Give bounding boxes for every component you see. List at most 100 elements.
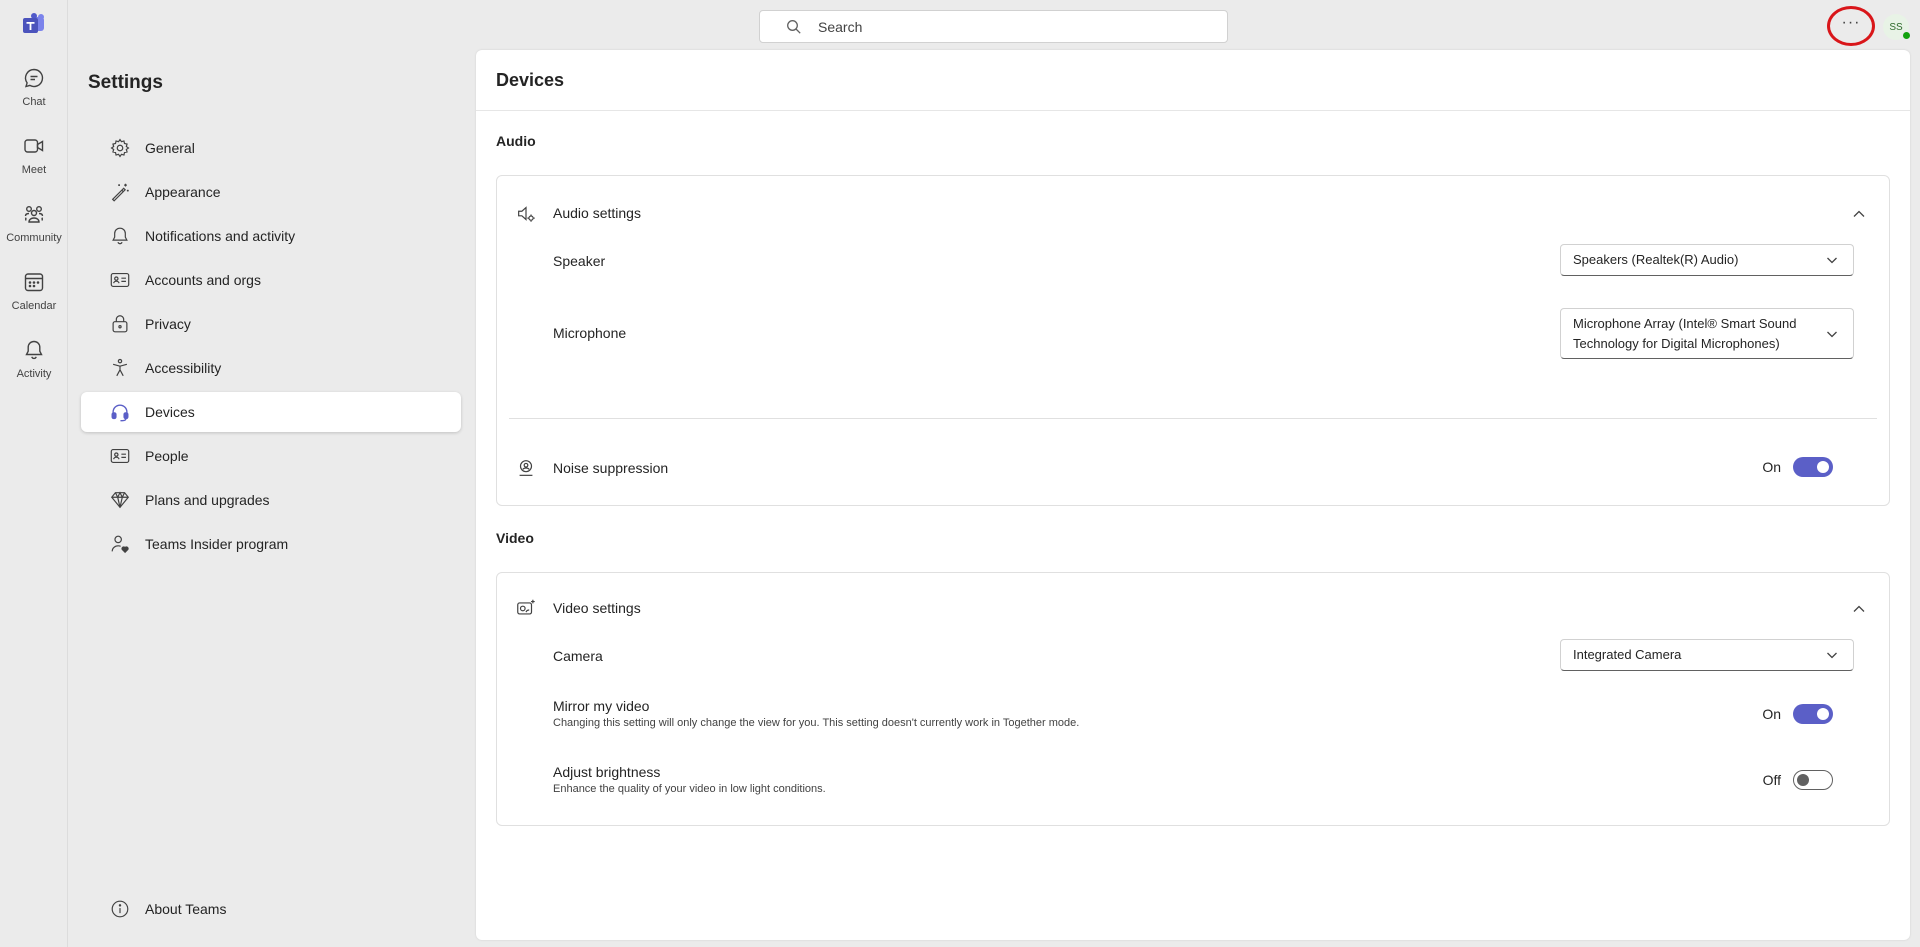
noise-suppression-state: On	[1762, 459, 1781, 475]
camera-label: Camera	[553, 648, 603, 664]
divider	[509, 418, 1877, 419]
nav-item-people[interactable]: People	[81, 436, 461, 476]
speaker-settings-icon	[515, 203, 537, 225]
chat-icon	[22, 66, 46, 90]
avatar[interactable]: SS	[1883, 14, 1912, 41]
video-settings-title: Video settings	[553, 600, 641, 616]
page-title: Devices	[496, 70, 565, 90]
avatar-initials: SS	[1889, 21, 1903, 33]
accessibility-icon	[109, 357, 131, 379]
nav-item-accessibility[interactable]: Accessibility	[81, 348, 461, 388]
chevron-down-icon	[1825, 648, 1839, 662]
nav-item-label: Appearance	[145, 184, 221, 200]
headset-icon	[109, 401, 131, 423]
microphone-dropdown[interactable]: Microphone Array (Intel® Smart Sound Tec…	[1560, 308, 1854, 359]
video-icon	[22, 134, 46, 158]
nav-item-privacy[interactable]: Privacy	[81, 304, 461, 344]
nav-item-insider[interactable]: Teams Insider program	[81, 524, 461, 564]
nav-item-plans[interactable]: Plans and upgrades	[81, 480, 461, 520]
settings-title: Settings	[88, 72, 163, 93]
search-icon	[786, 19, 802, 35]
nav-item-accounts[interactable]: Accounts and orgs	[81, 260, 461, 300]
microphone-value-line2: Technology for Digital Microphones)	[1573, 335, 1780, 351]
rail-item-label: Meet	[21, 164, 47, 176]
chevron-up-icon[interactable]	[1851, 601, 1867, 617]
rail-item-community[interactable]: Community	[0, 198, 68, 260]
noise-suppression-icon	[515, 457, 537, 479]
rail-item-calendar[interactable]: Calendar	[0, 266, 68, 328]
noise-suppression-toggle[interactable]	[1793, 457, 1833, 477]
camera-dropdown[interactable]: Integrated Camera	[1560, 639, 1854, 671]
adjust-brightness-state: Off	[1762, 772, 1781, 788]
nav-item-label: Accessibility	[145, 360, 222, 376]
nav-item-label: General	[145, 140, 195, 156]
nav-item-label: Notifications and activity	[145, 228, 296, 244]
nav-item-devices[interactable]: Devices	[81, 392, 461, 432]
app-rail: Chat Meet Community Calendar Activity	[0, 0, 68, 947]
audio-settings-card: Audio settings Speaker Speakers (Realtek…	[496, 175, 1890, 506]
mirror-video-control: On	[1762, 704, 1833, 724]
nav-item-label: Plans and upgrades	[145, 492, 270, 508]
nav-item-label: Accounts and orgs	[145, 272, 261, 288]
nav-item-label: Privacy	[145, 316, 191, 332]
mirror-video-description: Changing this setting will only change t…	[553, 717, 1080, 729]
speaker-dropdown[interactable]: Speakers (Realtek(R) Audio)	[1560, 244, 1854, 276]
adjust-brightness-toggle[interactable]	[1793, 770, 1833, 790]
mirror-video-state: On	[1762, 706, 1781, 722]
devices-panel: Devices Audio Audio settings Speaker Spe…	[476, 50, 1910, 940]
speaker-label: Speaker	[553, 253, 606, 269]
presence-available-icon	[1901, 30, 1912, 41]
rail-item-label: Activity	[16, 368, 52, 380]
more-options-button[interactable]: ···	[1827, 6, 1875, 46]
video-settings-icon	[515, 597, 537, 619]
microphone-label: Microphone	[553, 325, 627, 341]
rail-item-label: Calendar	[11, 300, 57, 312]
teams-logo-icon[interactable]	[20, 13, 48, 37]
rail-item-meet[interactable]: Meet	[0, 130, 68, 192]
speaker-value: Speakers (Realtek(R) Audio)	[1573, 252, 1739, 267]
audio-section-title: Audio	[496, 133, 536, 149]
more-icon: ···	[1841, 14, 1861, 31]
gear-icon	[109, 137, 131, 159]
microphone-value: Microphone Array (Intel® Smart Sound Tec…	[1573, 314, 1796, 354]
nav-item-label: Devices	[145, 404, 195, 420]
person-heart-icon	[109, 533, 131, 555]
rail-item-chat[interactable]: Chat	[0, 62, 68, 124]
bell-icon	[22, 338, 46, 362]
video-settings-card: Video settings Camera Integrated Camera …	[496, 572, 1890, 826]
chevron-down-icon	[1825, 327, 1839, 341]
id-card-icon	[109, 269, 131, 291]
rail-item-label: Community	[6, 232, 62, 244]
nav-item-label: People	[145, 448, 189, 464]
lock-icon	[109, 313, 131, 335]
nav-item-about[interactable]: About Teams	[81, 889, 461, 929]
adjust-brightness-description: Enhance the quality of your video in low…	[553, 783, 826, 795]
contact-card-icon	[109, 445, 131, 467]
nav-item-notifications[interactable]: Notifications and activity	[81, 216, 461, 256]
adjust-brightness-control: Off	[1763, 770, 1833, 790]
chevron-up-icon[interactable]	[1851, 206, 1867, 222]
community-icon	[22, 202, 46, 226]
diamond-icon	[109, 489, 131, 511]
search-input[interactable]	[818, 18, 1198, 35]
rail-item-activity[interactable]: Activity	[0, 334, 68, 396]
microphone-value-line1: Microphone Array (Intel® Smart Sound	[1573, 315, 1797, 331]
search-box[interactable]	[759, 10, 1228, 43]
bell-icon	[109, 225, 131, 247]
chevron-down-icon	[1825, 253, 1839, 267]
adjust-brightness-label: Adjust brightness	[553, 764, 661, 780]
info-icon	[109, 898, 131, 920]
camera-value: Integrated Camera	[1573, 647, 1682, 662]
noise-suppression-label: Noise suppression	[553, 460, 669, 476]
nav-item-general[interactable]: General	[81, 128, 461, 168]
audio-settings-title: Audio settings	[553, 205, 641, 221]
video-section-title: Video	[496, 530, 534, 546]
mirror-video-label: Mirror my video	[553, 698, 650, 714]
nav-item-appearance[interactable]: Appearance	[81, 172, 461, 212]
divider	[476, 110, 1910, 111]
magic-wand-icon	[109, 181, 131, 203]
mirror-video-toggle[interactable]	[1793, 704, 1833, 724]
nav-item-label: About Teams	[145, 901, 227, 917]
noise-suppression-control: On	[1762, 457, 1833, 477]
rail-item-label: Chat	[22, 96, 46, 108]
